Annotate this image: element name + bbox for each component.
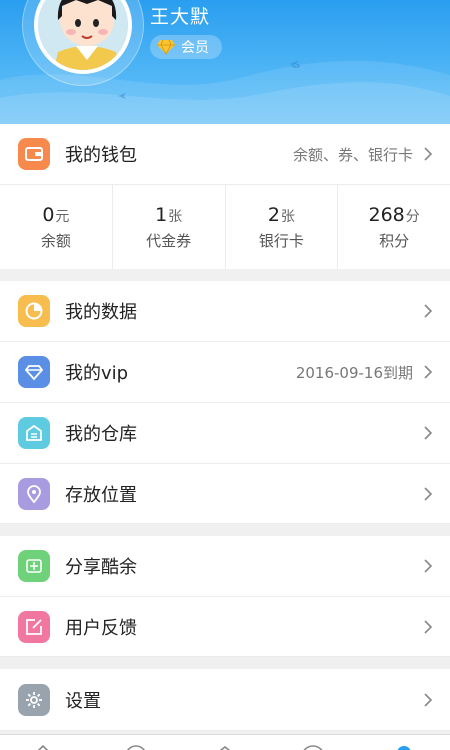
chevron-right-icon bbox=[424, 486, 433, 501]
stat-name: 积分 bbox=[379, 231, 410, 250]
settings-row[interactable]: 设置 bbox=[0, 669, 450, 731]
storage-location-label: 存放位置 bbox=[65, 484, 137, 506]
stat-unit: 元 bbox=[55, 208, 70, 225]
warehouse-icon bbox=[18, 417, 50, 449]
vip-expiry: 2016-09-16到期 bbox=[295, 363, 413, 382]
edit-icon bbox=[18, 610, 50, 643]
stat-name: 代金券 bbox=[146, 231, 192, 250]
chevron-right-icon bbox=[424, 365, 433, 379]
diamond-icon bbox=[18, 356, 50, 388]
bottom-tab-bar bbox=[0, 734, 450, 750]
wallet-row[interactable]: 我的钱包 余额、券、银行卡 bbox=[0, 124, 450, 185]
wallet-label: 我的钱包 bbox=[65, 145, 137, 166]
chevron-right-icon bbox=[424, 426, 433, 440]
message-tab-icon[interactable] bbox=[300, 744, 326, 750]
chevron-right-icon bbox=[424, 692, 433, 707]
member-badge[interactable]: 会员 bbox=[150, 35, 222, 59]
storage-location-row[interactable]: 存放位置 bbox=[0, 464, 450, 524]
chevron-right-icon bbox=[424, 304, 433, 318]
wallet-detail: 余额、券、银行卡 bbox=[292, 145, 413, 164]
member-label: 会员 bbox=[181, 40, 209, 56]
stat-unit: 张 bbox=[280, 208, 295, 225]
stat-value: 1 bbox=[155, 203, 168, 226]
username: 王大默 bbox=[150, 6, 211, 28]
stat-value: 268 bbox=[368, 203, 405, 226]
compass-tab-icon[interactable] bbox=[124, 744, 148, 750]
my-data-label: 我的数据 bbox=[65, 302, 137, 323]
gear-icon bbox=[18, 683, 50, 716]
my-vip-row[interactable]: 我的vip 2016-09-16到期 bbox=[0, 342, 450, 403]
stat-vouchers[interactable]: 1张 代金券 bbox=[113, 185, 226, 269]
stat-name: 余额 bbox=[40, 231, 71, 250]
my-vip-label: 我的vip bbox=[65, 363, 129, 384]
pie-chart-icon bbox=[18, 295, 50, 327]
my-warehouse-label: 我的仓库 bbox=[65, 424, 137, 445]
profile-tab-icon[interactable] bbox=[396, 745, 412, 750]
stat-balance[interactable]: 0元 余额 bbox=[0, 185, 113, 269]
stat-bank-cards[interactable]: 2张 银行卡 bbox=[226, 185, 339, 269]
home-tab-icon[interactable] bbox=[33, 744, 53, 750]
share-label: 分享酷余 bbox=[65, 557, 137, 578]
stat-value: 0 bbox=[42, 203, 55, 226]
stat-unit: 张 bbox=[168, 208, 183, 225]
stat-points[interactable]: 268分 积分 bbox=[338, 185, 450, 269]
wallet-stats: 0元 余额 1张 代金券 2张 银行卡 268分 积分 bbox=[0, 185, 450, 269]
profile-header: 王大默 会员 bbox=[0, 0, 450, 124]
feedback-row[interactable]: 用户反馈 bbox=[0, 597, 450, 657]
chevron-right-icon bbox=[424, 619, 433, 634]
location-pin-icon bbox=[18, 477, 50, 510]
my-data-row[interactable]: 我的数据 bbox=[0, 281, 450, 342]
my-warehouse-row[interactable]: 我的仓库 bbox=[0, 403, 450, 464]
chevron-right-icon bbox=[424, 147, 433, 161]
share-logo-icon bbox=[18, 550, 50, 582]
diamond-icon bbox=[157, 39, 175, 55]
feedback-label: 用户反馈 bbox=[65, 617, 137, 639]
share-row[interactable]: 分享酷余 bbox=[0, 536, 450, 597]
settings-label: 设置 bbox=[65, 690, 101, 712]
stat-value: 2 bbox=[267, 203, 280, 226]
stat-name: 银行卡 bbox=[258, 231, 304, 250]
wallet-icon bbox=[18, 138, 50, 170]
warehouse-tab-icon[interactable] bbox=[214, 744, 236, 750]
stat-unit: 分 bbox=[405, 208, 420, 225]
chevron-right-icon bbox=[424, 559, 433, 573]
